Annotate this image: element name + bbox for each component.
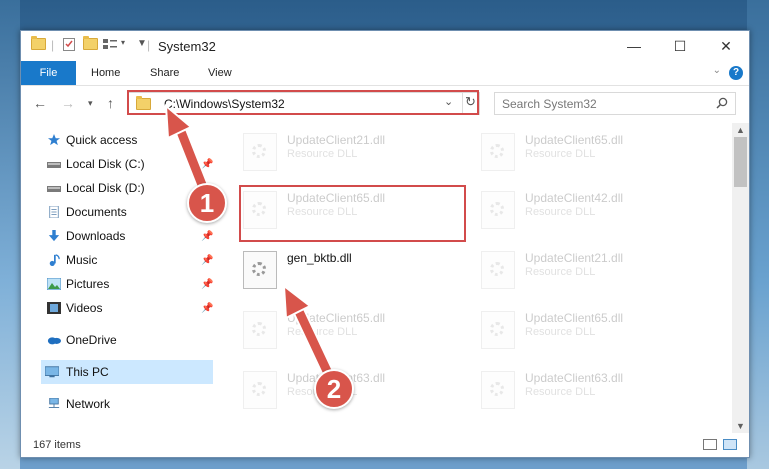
annotation-arrows: [164, 103, 341, 393]
step-badge-2: 2: [314, 369, 354, 409]
step-badge-1: 1: [187, 183, 227, 223]
